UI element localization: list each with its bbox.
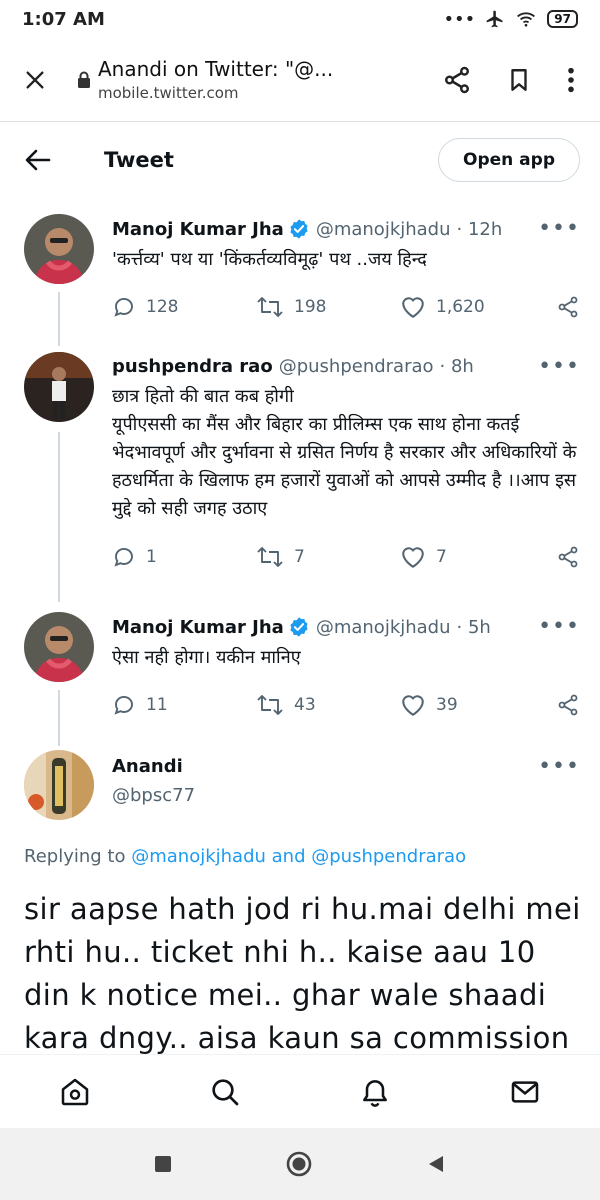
- address-display[interactable]: Anandi on Twitter: "@... mobile.twitter.…: [98, 57, 442, 102]
- reply-count: 11: [146, 695, 168, 715]
- like-button[interactable]: 1,620: [400, 295, 544, 319]
- tweet-text: 'कर्त्तव्य' पथ या 'किंकर्तव्यविमूढ़' पथ …: [112, 249, 427, 270]
- lock-icon: [70, 71, 98, 89]
- retweet-button[interactable]: 7: [256, 545, 400, 569]
- battery-indicator: 97: [547, 10, 578, 28]
- more-dots-icon: •••: [443, 8, 476, 30]
- wifi-icon: [517, 12, 536, 27]
- avatar[interactable]: [24, 352, 94, 422]
- reply-and-text: and: [271, 846, 306, 867]
- like-count: 39: [436, 695, 458, 715]
- author-name[interactable]: pushpendra rao: [112, 356, 273, 377]
- retweet-icon: [257, 695, 283, 715]
- more-options-icon[interactable]: •••: [538, 755, 580, 777]
- retweet-button[interactable]: 43: [256, 693, 400, 717]
- overflow-menu-icon[interactable]: [566, 66, 576, 94]
- retweet-icon: [257, 297, 283, 317]
- tweet-time: · 8h: [439, 356, 474, 377]
- back-triangle-icon[interactable]: [425, 1153, 447, 1175]
- reply-mention-link[interactable]: @manojkjhadu: [131, 846, 266, 867]
- notifications-bell-icon[interactable]: [359, 1076, 391, 1108]
- search-icon[interactable]: [209, 1076, 241, 1108]
- like-count: 1,620: [436, 297, 485, 317]
- author-handle[interactable]: @pushpendrarao: [279, 356, 434, 377]
- reply-count: 128: [146, 297, 179, 317]
- page-url: mobile.twitter.com: [98, 84, 239, 102]
- tweet[interactable]: Manoj Kumar Jha @manojkjhadu · 5h ••• ऐस…: [0, 612, 600, 732]
- reply-button[interactable]: 1: [112, 545, 256, 569]
- share-icon: [558, 296, 578, 318]
- author-handle[interactable]: @manojkjhadu: [316, 617, 451, 638]
- reply-button[interactable]: 128: [112, 295, 256, 319]
- author-handle[interactable]: @manojkjhadu: [316, 219, 451, 240]
- tweet-time: · 12h: [456, 218, 503, 240]
- header-title: Tweet: [104, 148, 174, 172]
- tweet-header: Tweet Open app: [0, 122, 600, 198]
- author-name[interactable]: Manoj Kumar Jha: [112, 219, 284, 240]
- share-icon: [558, 694, 578, 716]
- recent-apps-icon[interactable]: [153, 1154, 173, 1174]
- reply-button[interactable]: 11: [112, 693, 256, 717]
- like-button[interactable]: 7: [400, 545, 544, 569]
- like-button[interactable]: 39: [400, 693, 544, 717]
- replying-to: Replying to @manojkjhadu and @pushpendra…: [24, 846, 466, 867]
- tweet[interactable]: pushpendra rao @pushpendrarao · 8h ••• छ…: [0, 352, 600, 592]
- author-name[interactable]: Anandi: [112, 756, 183, 777]
- reply-mention-link[interactable]: @pushpendrarao: [311, 846, 466, 867]
- avatar[interactable]: [24, 750, 94, 820]
- tweet-text: छात्र हितो की बात कब होगी यूपीएससी का मै…: [112, 386, 577, 519]
- browser-bar: Anandi on Twitter: "@... mobile.twitter.…: [0, 38, 600, 122]
- page-title: Anandi on Twitter: "@...: [98, 57, 334, 81]
- bottom-nav: [0, 1054, 600, 1128]
- author-handle[interactable]: @bpsc77: [112, 785, 580, 806]
- focused-tweet-text: sir aapse hath jod ri hu.mai delhi mei r…: [24, 892, 581, 1055]
- home-icon[interactable]: [59, 1076, 91, 1108]
- heart-icon: [402, 547, 424, 568]
- retweet-count: 7: [294, 547, 305, 567]
- focused-tweet: Anandi ••• @bpsc77: [0, 750, 600, 840]
- system-nav-bar: [0, 1128, 600, 1200]
- share-icon: [558, 546, 578, 568]
- messages-envelope-icon[interactable]: [509, 1076, 541, 1108]
- back-button[interactable]: [0, 149, 76, 171]
- reply-count: 1: [146, 547, 157, 567]
- reply-icon: [114, 696, 133, 715]
- heart-icon: [402, 695, 424, 716]
- bookmark-icon[interactable]: [506, 66, 532, 94]
- avatar[interactable]: [24, 214, 94, 284]
- more-options-icon[interactable]: •••: [538, 355, 580, 377]
- open-app-button[interactable]: Open app: [438, 138, 580, 182]
- close-tab-button[interactable]: [0, 69, 70, 91]
- tweet-text: ऐसा नही होगा। यकीन मानिए: [112, 647, 301, 668]
- retweet-count: 198: [294, 297, 327, 317]
- retweet-icon: [257, 547, 283, 567]
- tweet[interactable]: Manoj Kumar Jha @manojkjhadu · 12h ••• '…: [0, 214, 600, 334]
- replying-prefix: Replying to: [24, 846, 126, 867]
- retweet-button[interactable]: 198: [256, 295, 400, 319]
- tweet-time: · 5h: [456, 616, 491, 638]
- reply-icon: [114, 548, 133, 567]
- share-icon[interactable]: [442, 65, 472, 95]
- retweet-count: 43: [294, 695, 316, 715]
- more-options-icon[interactable]: •••: [538, 616, 580, 638]
- back-arrow-icon: [25, 149, 51, 171]
- status-time: 1:07 AM: [22, 8, 105, 30]
- status-bar: 1:07 AM ••• 97: [0, 0, 600, 38]
- verified-badge-icon: [288, 616, 310, 638]
- heart-icon: [402, 297, 424, 318]
- like-count: 7: [436, 547, 447, 567]
- more-options-icon[interactable]: •••: [538, 218, 580, 240]
- verified-badge-icon: [288, 218, 310, 240]
- home-circle-icon[interactable]: [285, 1150, 313, 1178]
- author-name[interactable]: Manoj Kumar Jha: [112, 617, 284, 638]
- reply-icon: [114, 298, 133, 317]
- airplane-icon: [486, 10, 503, 28]
- share-tweet-button[interactable]: [556, 295, 580, 319]
- avatar[interactable]: [24, 612, 94, 682]
- status-icons: ••• 97: [443, 9, 578, 30]
- close-icon: [26, 70, 44, 89]
- share-tweet-button[interactable]: [556, 545, 580, 569]
- share-tweet-button[interactable]: [556, 693, 580, 717]
